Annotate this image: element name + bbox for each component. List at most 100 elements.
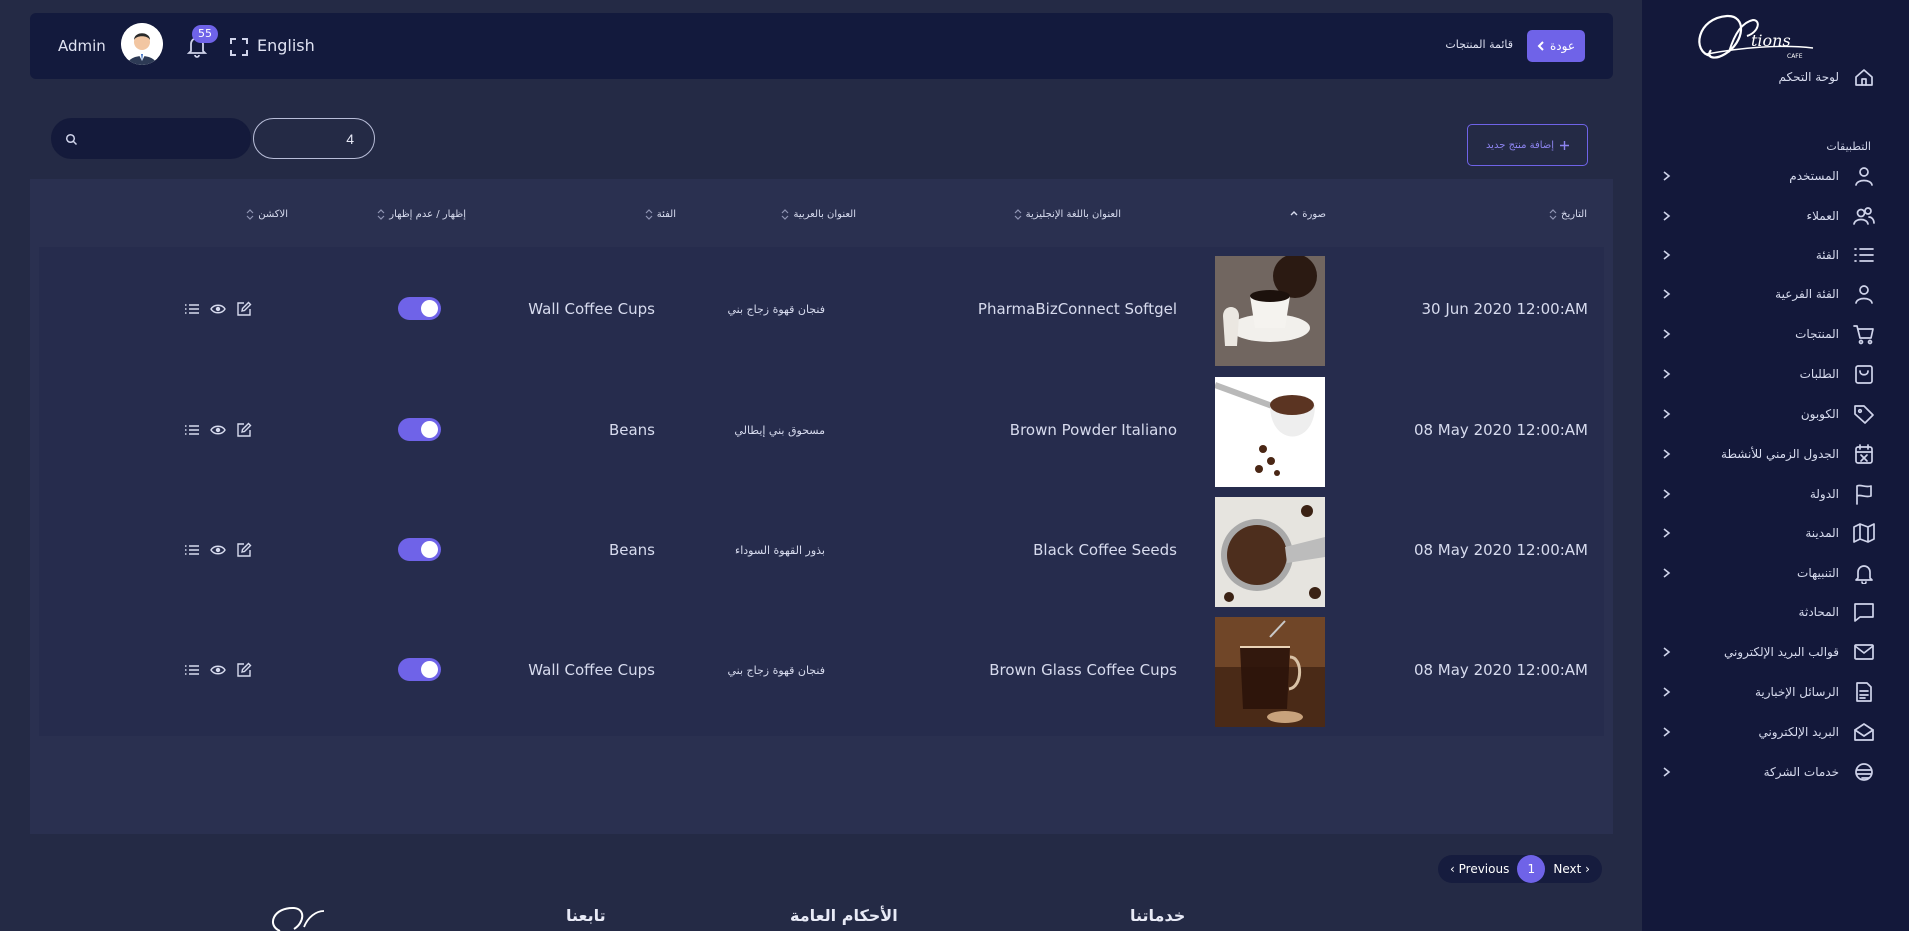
sidebar: tions CAFE التطبيقات لوحة التحكم المستخدم… — [1642, 0, 1909, 931]
column-header-image[interactable]: صورة — [1290, 209, 1326, 220]
view-icon[interactable] — [210, 301, 226, 317]
sidebar-item-6[interactable]: الطلبات — [1660, 359, 1875, 389]
sidebar-item-10[interactable]: المدينة — [1660, 518, 1875, 548]
language-switch[interactable]: English — [257, 36, 315, 55]
product-image[interactable] — [1215, 497, 1325, 607]
edit-icon[interactable] — [236, 422, 252, 438]
sort-icon — [1014, 209, 1022, 220]
details-list-icon[interactable] — [184, 301, 200, 317]
previous-page-button[interactable]: ‹ Previous — [1442, 862, 1517, 876]
column-header-visibility[interactable]: إظهار / عدم إظهار — [377, 209, 466, 220]
sidebar-item-13[interactable]: قوالب البريد الإلكتروني — [1660, 637, 1875, 667]
sidebar-item-11[interactable]: التنبيهات — [1660, 558, 1875, 588]
sidebar-item-label: الطلبات — [1799, 367, 1839, 381]
title-en-cell: Brown Glass Coffee Cups — [989, 661, 1177, 679]
pagination: ‹ Previous 1 Next › — [1438, 855, 1602, 883]
date-cell: 08 May 2020 12:00:AM — [1413, 421, 1588, 439]
view-icon[interactable] — [210, 662, 226, 678]
user-name[interactable]: Admin — [58, 37, 106, 55]
visibility-toggle[interactable] — [398, 297, 441, 320]
fullscreen-icon[interactable] — [228, 36, 250, 58]
view-icon[interactable] — [210, 422, 226, 438]
edit-icon[interactable] — [236, 542, 252, 558]
footer-services-heading: خدماتنا — [1130, 906, 1186, 925]
sidebar-item-label: الكوبون — [1800, 407, 1839, 421]
column-header-actions[interactable]: الاكشن — [246, 209, 288, 220]
product-image[interactable] — [1215, 256, 1325, 366]
avatar[interactable] — [121, 23, 163, 65]
chat-icon — [1853, 601, 1875, 623]
sort-icon — [782, 209, 789, 220]
sidebar-item-label: لوحة التحكم — [1778, 70, 1840, 84]
title-en-cell: Brown Powder Italiano — [1009, 421, 1177, 439]
add-product-button[interactable]: إضافة منتج جديد — [1467, 124, 1588, 166]
table-row: 30 Jun 2020 12:00:AM PharmaBizConnect So… — [39, 247, 1604, 375]
sidebar-item-5[interactable]: المنتجات — [1660, 319, 1875, 349]
visibility-toggle[interactable] — [398, 658, 441, 681]
user-icon — [1853, 283, 1875, 305]
search-input[interactable] — [84, 123, 244, 155]
sidebar-item-label: المدينة — [1805, 526, 1839, 540]
title-en-cell: PharmaBizConnect Softgel — [977, 300, 1177, 318]
sidebar-item-label: التنبيهات — [1797, 566, 1839, 580]
sidebar-item-label: المستخدم — [1789, 169, 1839, 183]
chevron-icon — [1663, 211, 1671, 221]
title-ar-cell: فنجان قهوة زجاج بني — [727, 303, 826, 316]
chevron-icon — [1663, 171, 1671, 181]
table-row: 08 May 2020 12:00:AM Brown Glass Coffee … — [39, 608, 1604, 736]
chevron-icon — [1663, 489, 1671, 499]
back-button-label: عودة — [1550, 39, 1575, 53]
visibility-toggle[interactable] — [398, 538, 441, 561]
product-image[interactable] — [1215, 377, 1325, 487]
chevron-icon — [1663, 528, 1671, 538]
home-icon — [1853, 66, 1875, 88]
next-page-button[interactable]: Next › — [1545, 862, 1598, 876]
cart-icon — [1853, 323, 1875, 345]
page-size-input[interactable] — [253, 118, 375, 159]
sidebar-item-0[interactable]: لوحة التحكم — [1660, 62, 1875, 92]
top-bar: Admin 55 English قائمة المنتجات عودة — [30, 13, 1613, 79]
sidebar-item-3[interactable]: الفئة — [1660, 240, 1875, 270]
document-icon — [1853, 681, 1875, 703]
search-box[interactable] — [51, 118, 251, 159]
mail-open-icon — [1853, 721, 1875, 743]
sidebar-item-9[interactable]: الدولة — [1660, 479, 1875, 509]
column-header-title-en[interactable]: العنوان باللغة الإنجليزية — [1014, 209, 1121, 220]
sidebar-item-label: المنتجات — [1795, 327, 1839, 341]
sidebar-item-16[interactable]: خدمات الشركة — [1660, 757, 1875, 787]
breadcrumb: قائمة المنتجات — [1445, 38, 1513, 51]
product-image[interactable] — [1215, 617, 1325, 727]
sidebar-item-15[interactable]: البريد الإلكتروني — [1660, 717, 1875, 747]
calendar-icon — [1853, 443, 1875, 465]
edit-icon[interactable] — [236, 301, 252, 317]
sidebar-item-14[interactable]: الرسائل الإخبارية — [1660, 677, 1875, 707]
plus-icon — [1560, 140, 1570, 150]
sidebar-item-label: الرسائل الإخبارية — [1754, 685, 1839, 699]
back-button[interactable]: عودة — [1527, 30, 1585, 62]
sort-asc-icon — [1290, 211, 1298, 216]
details-list-icon[interactable] — [184, 542, 200, 558]
visibility-toggle[interactable] — [398, 418, 441, 441]
edit-icon[interactable] — [236, 662, 252, 678]
column-header-title-ar[interactable]: العنوان بالعربية — [781, 209, 856, 220]
sort-icon — [1549, 209, 1557, 220]
sidebar-item-8[interactable]: الجدول الزمني للأنشطة — [1660, 439, 1875, 469]
brand-logo[interactable]: tions CAFE — [1689, 8, 1819, 70]
sidebar-item-label: الفئة — [1815, 248, 1839, 262]
column-header-date[interactable]: التاريخ — [1549, 209, 1587, 220]
sidebar-item-12[interactable]: المحادثة — [1660, 597, 1875, 627]
details-list-icon[interactable] — [184, 662, 200, 678]
page-number-button[interactable]: 1 — [1517, 855, 1546, 883]
sidebar-item-1[interactable]: المستخدم — [1660, 161, 1875, 191]
sidebar-item-4[interactable]: الفئة الفرعية — [1660, 279, 1875, 309]
bag-icon — [1853, 363, 1875, 385]
details-list-icon[interactable] — [184, 422, 200, 438]
column-header-category[interactable]: الفئة — [645, 209, 676, 220]
sidebar-item-label: البريد الإلكتروني — [1758, 725, 1839, 739]
view-icon[interactable] — [210, 542, 226, 558]
sidebar-item-7[interactable]: الكوبون — [1660, 399, 1875, 429]
map-icon — [1853, 522, 1875, 544]
chevron-icon — [1663, 409, 1671, 419]
sidebar-item-2[interactable]: العملاء — [1660, 201, 1875, 231]
chevron-icon — [1663, 767, 1671, 777]
